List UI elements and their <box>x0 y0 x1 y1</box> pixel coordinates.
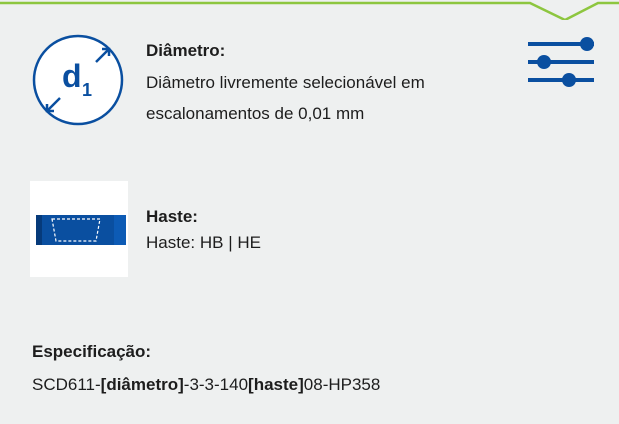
diameter-d1-icon: d 1 <box>32 34 124 126</box>
specification-code: SCD611-[diâmetro]-3-3-140[haste]08-HP358 <box>32 370 380 400</box>
diameter-desc-line1: Diâmetro livremente selecionável em <box>146 73 425 92</box>
shank-desc: Haste: HB | HE <box>146 233 261 252</box>
shank-icon <box>36 215 126 245</box>
sliders-filter-icon <box>528 37 594 87</box>
spec-code-diameter: [diâmetro] <box>100 375 184 394</box>
spec-code-shank: [haste] <box>248 375 304 394</box>
shank-title: Haste: <box>146 207 198 226</box>
diameter-icon-letter: d <box>62 58 82 94</box>
diameter-desc-line2: escalonamentos de 0,01 mm <box>146 104 365 123</box>
filter-button[interactable] <box>524 34 596 94</box>
diameter-icon-subscript: 1 <box>82 80 92 100</box>
shank-tile <box>30 181 128 277</box>
specification-title: Especificação: <box>32 342 152 361</box>
spec-card: d 1 Diâmetro: Diâmetro livremente seleci… <box>0 0 619 424</box>
spec-code-prefix: SCD611- <box>32 375 101 394</box>
diameter-title: Diâmetro: <box>146 41 226 60</box>
top-accent-line <box>0 1 619 20</box>
spec-code-suffix: 08-HP358 <box>303 375 381 394</box>
spec-code-middle: -3-3-140 <box>183 375 249 394</box>
